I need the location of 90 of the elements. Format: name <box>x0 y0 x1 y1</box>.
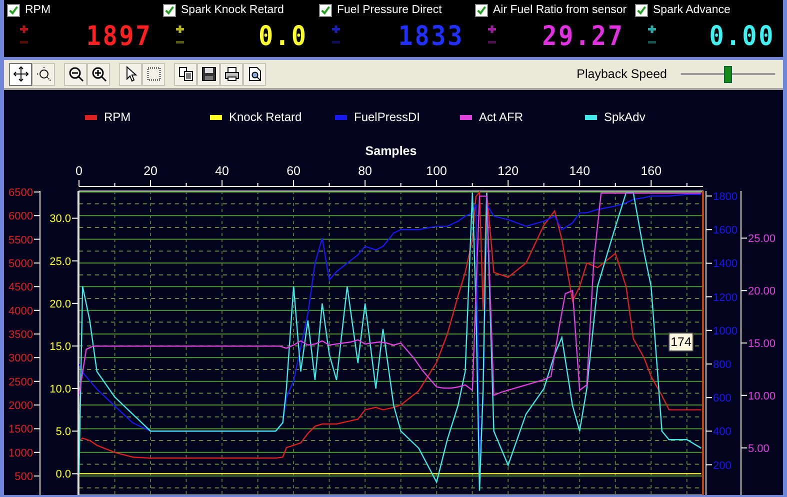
legend-label: SpkAdv <box>604 110 646 124</box>
y-tick-label: 500 <box>14 471 33 484</box>
y-tick-label: 600 <box>713 392 732 405</box>
x-tick-label: 160 <box>640 164 662 178</box>
legend-label: RPM <box>104 110 131 124</box>
y-tick-label: 25.0 <box>50 256 71 268</box>
y-tick-label: 25.00 <box>748 233 776 246</box>
y-tick-label: 1000 <box>8 447 33 460</box>
y-tick-label: 3500 <box>8 329 33 341</box>
y-tick-label: 800 <box>713 359 732 371</box>
page-magnifier-icon <box>246 66 262 82</box>
x-tick-label: 40 <box>215 164 229 178</box>
channel-checkbox[interactable] <box>7 4 20 16</box>
y-tick-label: 2000 <box>8 400 33 412</box>
channel-label: Spark Advance <box>653 4 730 16</box>
y-tick-label: 0.0 <box>56 468 71 481</box>
channel-checkbox[interactable] <box>475 4 488 16</box>
y-tick-label: 1400 <box>713 258 738 270</box>
select-button[interactable] <box>142 62 165 86</box>
legend-swatch-icon <box>335 115 347 120</box>
y-tick-label: 1200 <box>713 292 738 304</box>
zoom-out-button[interactable] <box>64 62 87 86</box>
digital-reading: 29.27 <box>542 22 624 50</box>
pan-button[interactable] <box>9 62 32 86</box>
move-arrows-icon <box>12 66 28 82</box>
x-tick-label: 120 <box>498 164 519 178</box>
save-button[interactable] <box>197 62 220 86</box>
y-tick-label: 30.0 <box>50 213 71 226</box>
legend-swatch-icon <box>85 115 97 120</box>
y-tick-label: 10.00 <box>748 390 776 402</box>
legend-label: FuelPressDI <box>354 110 420 124</box>
digital-reading: 0.00 <box>709 22 775 50</box>
x-tick-label: 20 <box>144 164 158 178</box>
y-tick-label: 15.00 <box>748 338 776 350</box>
channel-checkbox[interactable] <box>319 4 332 16</box>
printer-icon <box>224 66 240 82</box>
preview-button[interactable] <box>243 62 266 86</box>
y-tick-label: 1600 <box>713 224 738 237</box>
x-tick-label: 140 <box>569 164 590 178</box>
y-tick-label: 6500 <box>8 186 33 199</box>
y-tick-label: 1000 <box>713 325 738 338</box>
y-tick-label: 20.00 <box>748 286 776 298</box>
y-tick-label: 15.0 <box>50 340 71 353</box>
x-tick-label: 80 <box>358 164 372 178</box>
legend-swatch-icon <box>460 115 472 120</box>
zoom-in-button[interactable] <box>87 62 110 86</box>
channel-label: RPM <box>25 4 51 16</box>
channel-checkbox[interactable] <box>635 4 648 16</box>
x-tick-label: 100 <box>426 164 448 178</box>
x-tick-label: 0 <box>76 164 82 178</box>
y-tick-label: 1500 <box>8 424 33 436</box>
digital-reading: 1897 <box>86 22 152 50</box>
channel-label: Fuel Pressure Direct <box>337 4 442 16</box>
legend-swatch-icon <box>210 115 222 120</box>
zoom-in-icon <box>90 66 106 82</box>
y-tick-label: 5000 <box>8 258 33 270</box>
pointer-button[interactable] <box>119 62 142 86</box>
y-tick-label: 4500 <box>8 282 33 294</box>
y-tick-label: 1800 <box>713 191 738 204</box>
legend-swatch-icon <box>585 115 597 120</box>
copy-icon <box>178 66 194 82</box>
y-tick-label: 5.0 <box>56 426 71 438</box>
y-tick-label: 10.0 <box>50 384 71 396</box>
y-tick-label: 2500 <box>8 376 33 388</box>
cursor-label: 174 <box>668 332 694 352</box>
y-tick-label: 400 <box>713 426 732 438</box>
y-tick-label: 4000 <box>8 305 33 318</box>
x-tick-label: 60 <box>286 164 300 178</box>
y-tick-label: 5500 <box>8 234 33 246</box>
channel-label: Spark Knock Retard <box>181 4 284 16</box>
legend-label: Knock Retard <box>229 110 302 124</box>
channel-label: Air Fuel Ratio from sensor <box>493 4 627 16</box>
y-tick-label: 5.00 <box>748 442 770 455</box>
slider-thumb[interactable] <box>724 66 732 82</box>
zoom-out-icon <box>68 66 84 82</box>
y-tick-label: 3000 <box>8 352 33 365</box>
digital-reading: 1833 <box>398 22 464 50</box>
legend-label: Act AFR <box>479 110 524 124</box>
digital-reading: 0.0 <box>258 22 308 50</box>
x-axis-title: Samples <box>365 144 417 158</box>
magnifier-icon <box>36 66 52 82</box>
playback-speed-label: Playback Speed <box>576 67 667 81</box>
y-tick-label: 20.0 <box>50 298 71 310</box>
y-tick-label: 200 <box>713 460 732 472</box>
channel-checkbox[interactable] <box>163 4 176 16</box>
copy-button[interactable] <box>174 62 197 86</box>
dotted-rectangle-icon <box>146 66 162 82</box>
print-button[interactable] <box>220 62 243 86</box>
zoom-area-button[interactable] <box>32 62 55 86</box>
y-tick-label: 6000 <box>8 210 33 223</box>
